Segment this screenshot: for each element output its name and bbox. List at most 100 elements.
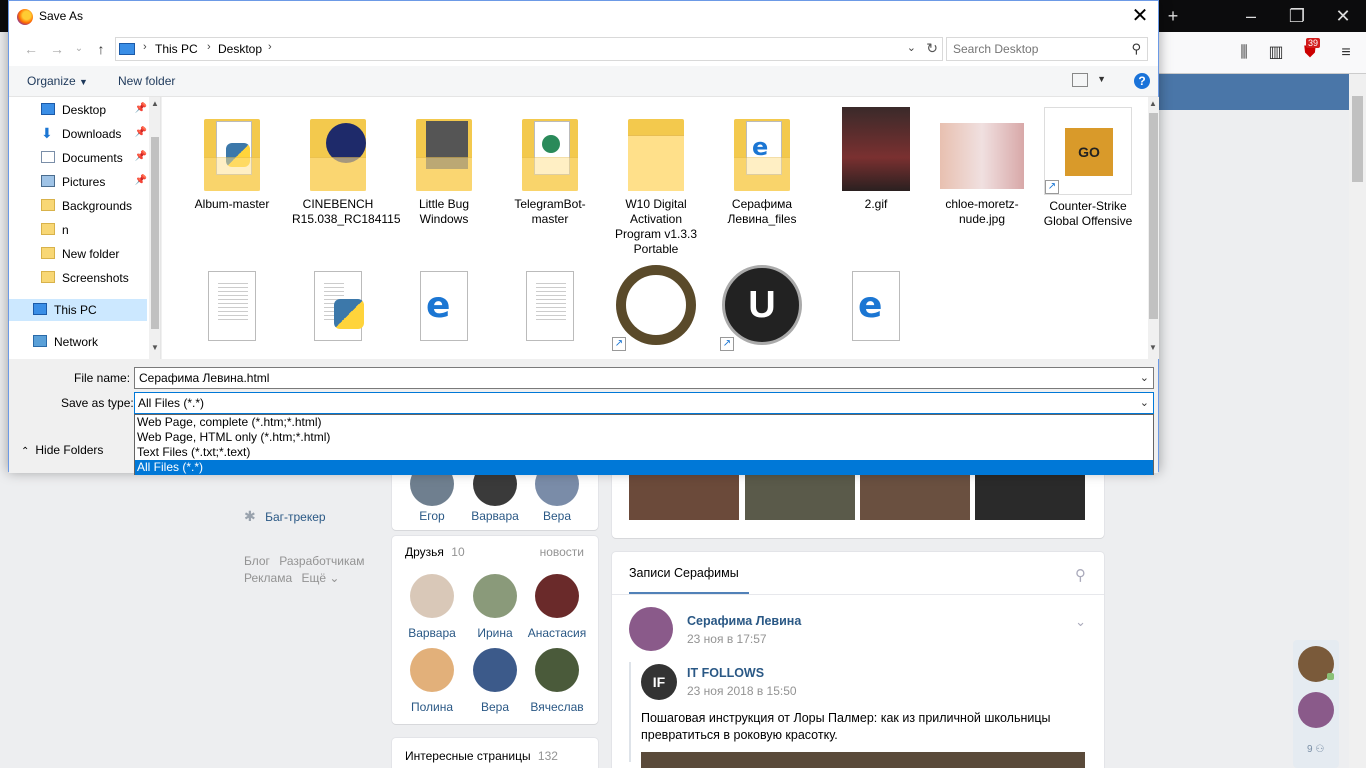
- friend-avatar[interactable]: [410, 648, 454, 692]
- friend-name[interactable]: Анастасия: [522, 626, 592, 640]
- minimize-icon[interactable]: –: [1228, 0, 1274, 32]
- nav-scrollbar[interactable]: ▲ ▼: [149, 97, 160, 359]
- friend-avatar[interactable]: [535, 574, 579, 618]
- file-item[interactable]: U ↗: [714, 265, 810, 355]
- friend-avatar[interactable]: [535, 648, 579, 692]
- repost-avatar[interactable]: IF: [641, 664, 677, 700]
- friends-news-link[interactable]: новости: [540, 545, 584, 559]
- nav-item-this-pc[interactable]: This PC: [9, 299, 147, 321]
- scroll-up-icon[interactable]: ▲: [151, 99, 159, 108]
- breadcrumb-desktop[interactable]: Desktop: [218, 42, 262, 56]
- wall-search-icon[interactable]: ⚲: [1075, 566, 1086, 584]
- address-dropdown-icon[interactable]: ⌄: [907, 41, 916, 54]
- nav-item-network[interactable]: Network: [9, 331, 149, 353]
- photo-thumbnail[interactable]: [745, 468, 855, 520]
- repost-author-name[interactable]: IT FOLLOWS: [687, 666, 764, 680]
- file-name-input[interactable]: [139, 370, 1129, 386]
- view-options-chevron-icon[interactable]: ▼: [1097, 74, 1106, 84]
- file-item[interactable]: TelegramBot-master: [502, 107, 598, 227]
- nav-item-documents[interactable]: Documents 📌: [9, 147, 149, 169]
- file-item[interactable]: W10 Digital Activation Program v1.3.3 Po…: [608, 107, 704, 257]
- page-scroll-thumb[interactable]: [1352, 96, 1363, 182]
- post-author-avatar[interactable]: [629, 607, 673, 651]
- hide-folders-button[interactable]: ⌃ Hide Folders: [21, 443, 103, 457]
- new-folder-button[interactable]: New folder: [118, 74, 175, 88]
- file-name-combobox[interactable]: ⌄: [134, 367, 1154, 389]
- photo-thumbnail[interactable]: [629, 468, 739, 520]
- photo-thumbnail[interactable]: [975, 468, 1085, 520]
- save-type-option-selected[interactable]: All Files (*.*): [135, 460, 1153, 475]
- save-type-option[interactable]: Web Page, complete (*.htm;*.html): [135, 415, 1153, 430]
- online-friend-avatar[interactable]: [1298, 692, 1334, 728]
- developers-link[interactable]: Разработчикам: [279, 554, 364, 568]
- file-item[interactable]: Album-master: [184, 107, 280, 212]
- nav-item-new-folder[interactable]: New folder: [9, 243, 149, 265]
- friend-name[interactable]: Полина: [397, 700, 467, 714]
- chevron-right-icon[interactable]: ›: [143, 41, 147, 53]
- save-type-option[interactable]: Web Page, HTML only (*.htm;*.html): [135, 430, 1153, 445]
- file-item[interactable]: chloe-moretz-nude.jpg: [934, 107, 1030, 227]
- file-item[interactable]: [184, 265, 280, 355]
- scroll-down-icon[interactable]: ▼: [151, 343, 159, 352]
- page-scrollbar[interactable]: [1349, 74, 1366, 768]
- photo-thumbnail[interactable]: [860, 468, 970, 520]
- file-item[interactable]: 2.gif: [828, 107, 924, 212]
- post-image[interactable]: [641, 752, 1085, 768]
- search-icon[interactable]: ⚲: [1131, 41, 1141, 57]
- friend-avatar[interactable]: [410, 574, 454, 618]
- nav-item-downloads[interactable]: ⬇ Downloads 📌: [9, 123, 149, 145]
- restore-icon[interactable]: ❐: [1274, 0, 1320, 32]
- organize-button[interactable]: Organize ▼: [27, 74, 88, 88]
- friend-name[interactable]: Варвара: [397, 626, 467, 640]
- post-menu-chevron-icon[interactable]: ⌄: [1075, 614, 1086, 630]
- file-item[interactable]: CINEBENCH R15.038_RC184115: [290, 107, 401, 227]
- interesting-pages-title[interactable]: Интересные страницы: [405, 749, 531, 763]
- chevron-right-icon[interactable]: ›: [268, 41, 272, 53]
- chevron-down-icon[interactable]: ⌄: [1140, 371, 1149, 384]
- repost-date[interactable]: 23 ноя 2018 в 15:50: [687, 684, 797, 698]
- bugtracker-link[interactable]: ✱ Баг-трекер: [244, 508, 326, 525]
- address-bar[interactable]: › This PC › Desktop › ⌄ ↻: [115, 37, 943, 61]
- chevron-down-icon[interactable]: ⌄: [1140, 396, 1149, 409]
- file-item[interactable]: e: [828, 265, 924, 355]
- file-item[interactable]: e Серафима Левина_files: [714, 107, 810, 227]
- friend-name[interactable]: Егор: [397, 509, 467, 523]
- back-arrow-icon[interactable]: ←: [23, 41, 39, 57]
- ads-link[interactable]: Реклама: [244, 571, 292, 585]
- save-type-option[interactable]: Text Files (*.txt;*.text): [135, 445, 1153, 460]
- search-box[interactable]: ⚲: [946, 37, 1148, 61]
- friend-name[interactable]: Варвара: [460, 509, 530, 523]
- forward-arrow-icon[interactable]: →: [49, 41, 65, 57]
- dialog-titlebar[interactable]: Save As ✕: [9, 1, 1158, 32]
- nav-item-desktop[interactable]: Desktop 📌: [9, 99, 149, 121]
- friend-name[interactable]: Вячеслав: [522, 700, 592, 714]
- close-icon[interactable]: ✕: [1126, 3, 1154, 29]
- file-item[interactable]: ↗: [608, 265, 704, 355]
- library-icon[interactable]: ⫼: [1232, 41, 1256, 65]
- search-input[interactable]: [953, 41, 1123, 57]
- nav-scroll-thumb[interactable]: [151, 137, 159, 329]
- nav-item-screenshots[interactable]: Screenshots: [9, 267, 149, 289]
- file-item[interactable]: e: [396, 265, 492, 355]
- friends-title[interactable]: Друзья: [405, 545, 444, 559]
- close-window-icon[interactable]: ✕: [1320, 0, 1366, 32]
- friend-name[interactable]: Вера: [460, 700, 530, 714]
- file-scroll-thumb[interactable]: [1149, 113, 1158, 319]
- nav-item-pictures[interactable]: Pictures 📌: [9, 171, 149, 193]
- file-list-scrollbar[interactable]: ▲ ▼: [1148, 97, 1159, 359]
- sidebar-icon[interactable]: ▥: [1264, 41, 1288, 65]
- friend-name[interactable]: Вера: [522, 509, 592, 523]
- scroll-up-icon[interactable]: ▲: [1149, 99, 1157, 108]
- friend-avatar[interactable]: [473, 648, 517, 692]
- blog-link[interactable]: Блог: [244, 554, 270, 568]
- file-item[interactable]: GO ↗ Counter-Strike Global Offensive: [1040, 107, 1136, 229]
- more-link[interactable]: Ещё: [301, 571, 326, 585]
- file-item[interactable]: [502, 265, 598, 355]
- friend-name[interactable]: Ирина: [460, 626, 530, 640]
- nav-item-n[interactable]: n: [9, 219, 149, 241]
- help-button[interactable]: ?: [1134, 73, 1150, 89]
- nav-item-backgrounds[interactable]: Backgrounds: [9, 195, 149, 217]
- menu-icon[interactable]: ≡: [1334, 41, 1358, 65]
- post-author-name[interactable]: Серафима Левина: [687, 614, 801, 628]
- breadcrumb-this-pc[interactable]: This PC: [155, 42, 198, 56]
